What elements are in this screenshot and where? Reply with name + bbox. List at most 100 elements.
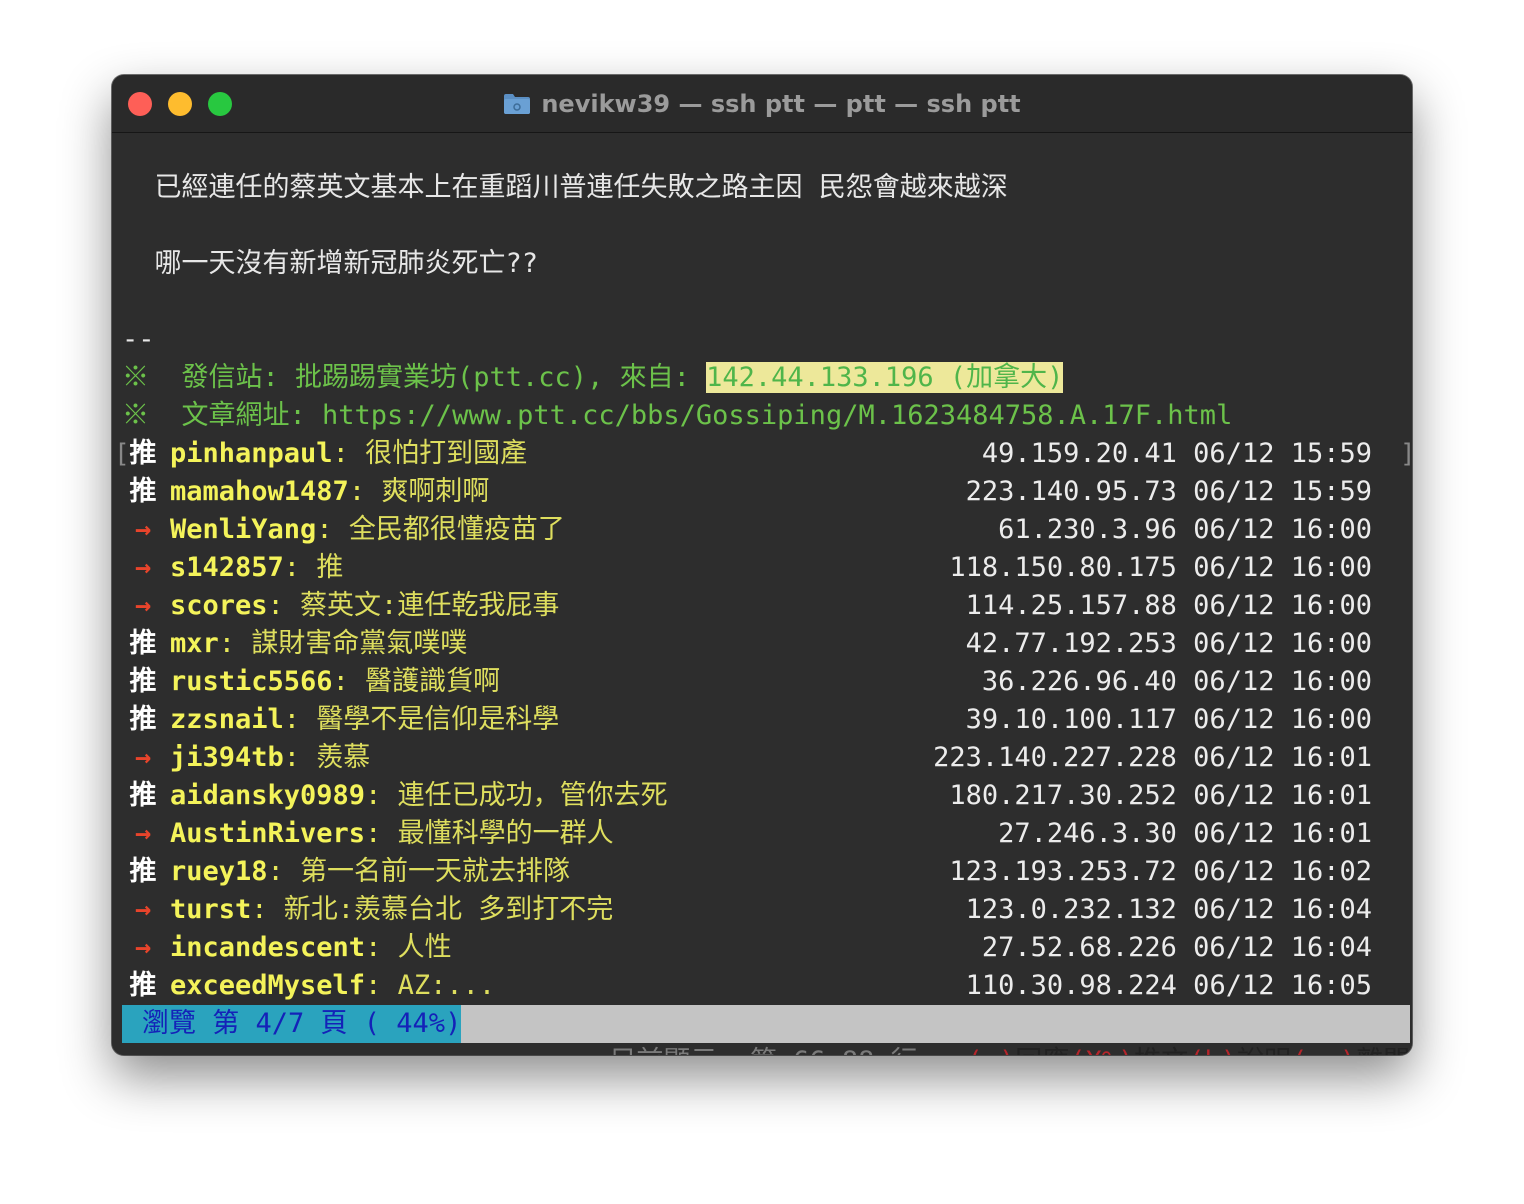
comment-ip-time: 27.52.68.226 06/12 16:04 [981,932,1372,963]
window-title-area: nevikw39 — ssh ptt — ptt — ssh ptt [112,75,1412,132]
arrow-mark: → [134,514,152,545]
comment-row: 推 ruey18: 第一名前一天就去排隊 123.193.253.72 06/12 … [122,853,1412,891]
comment-text: 很怕打到國產 [365,438,528,469]
comment-row: 推 aidansky0989: 連任已成功，管你去死 180.217.30.252 … [122,777,1412,815]
comment-author: ruey18: 第一名前一天就去排隊 [170,856,571,887]
comment-row: 推 mxr: 謀財害命黨氣噗噗 42.77.192.253 06/12 16:00 [122,625,1412,663]
comment-author: AustinRivers: 最懂科學的一群人 [170,818,614,849]
folder-icon [504,93,531,114]
push-mark: 推 [129,666,157,697]
comment-row: → s142857: 推 118.150.80.175 06/12 16:00 [122,549,1412,587]
comment-ip-time: 118.150.80.175 06/12 16:00 [949,552,1372,583]
article-url: ※ 文章網址: https://www.ptt.cc/bbs/Gossiping… [122,400,1233,431]
status-key: (h) [1188,1046,1237,1055]
comment-row: → incandescent: 人性 27.52.68.226 06/12 16:0… [122,929,1412,967]
comment-text: 醫學不是信仰是科學 [316,704,560,735]
push-mark: 推 [129,628,157,659]
arrow-mark: → [134,818,152,849]
comment-row: 推 exceedMyself: AZ:... 110.30.98.224 06/12… [122,967,1412,1005]
comment-text: AZ:... [397,970,496,1001]
comment-ip-time: 223.140.95.73 06/12 15:59 [965,476,1372,507]
comment-ip-time: 123.0.232.132 06/12 16:04 [965,894,1372,925]
comment-author: rustic5566: 醫護識貨啊 [170,666,501,697]
arrow-mark: → [134,590,152,621]
comment-ip-time: 110.30.98.224 06/12 16:05 [965,970,1372,1001]
comment-ip-time: 61.230.3.96 06/12 16:00 [998,514,1372,545]
comment-row: → AustinRivers: 最懂科學的一群人 27.246.3.30 06/12… [122,815,1412,853]
comment-text: 最懂科學的一群人 [397,818,614,849]
comment-text: 人性 [397,932,452,963]
comment-ip-time: 223.140.227.228 06/12 16:01 [933,742,1372,773]
comment-row: → turst: 新北:羨慕台北 多到打不完 123.0.232.132 06/12… [122,891,1412,929]
comment-row: → WenliYang: 全民都很懂疫苗了 61.230.3.96 06/12 16… [122,511,1412,549]
comment-text: 全民都很懂疫苗了 [348,514,565,545]
status-keys: 目前顯示: 第 66~88 行 (y)回應(X%)推文(h)說明(← )離開 [461,1005,1411,1055]
comment-text: 謀財害命黨氣噗噗 [251,628,468,659]
window-title: nevikw39 — ssh ptt — ptt — ssh ptt [541,89,1021,118]
comment-row: 推 pinhanpaul: 很怕打到國產 49.159.20.41 06/12 15… [122,435,1412,473]
status-key: (← ) [1291,1046,1356,1055]
comment-ip-time: 42.77.192.253 06/12 16:00 [965,628,1372,659]
article-body-line: 哪一天沒有新增新冠肺炎死亡?? [122,248,539,279]
source-prefix: ※ 發信站: 批踢踢實業坊(ptt.cc), 來自: [122,362,707,393]
comment-row: → ji394tb: 羨慕 223.140.227.228 06/12 16:01 [122,739,1412,777]
cursor-bracket-right: ] [1400,435,1412,473]
comment-text: 醫護識貨啊 [365,666,501,697]
push-mark: 推 [129,780,157,811]
status-key-label: 推文 [1134,1046,1188,1055]
comment-row: 推 zzsnail: 醫學不是信仰是科學 39.10.100.117 06/12 1… [122,701,1412,739]
comment-author: exceedMyself: AZ:... [170,970,496,1001]
comment-text: 新北:羨慕台北 多到打不完 [283,894,614,925]
push-mark: 推 [129,856,157,887]
comment-text: 爽啊刺啊 [381,476,490,507]
cursor-bracket-left: [ [114,439,130,469]
terminal-window: nevikw39 — ssh ptt — ptt — ssh ptt 已經連任的… [112,75,1412,1055]
comment-text: 第一名前一天就去排隊 [300,856,571,887]
comment-text: 蔡英文:連任乾我屁事 [300,590,560,621]
comment-ip-time: 123.193.253.72 06/12 16:02 [949,856,1372,887]
status-key-label: 說明 [1237,1046,1291,1055]
comment-author: mamahow1487: 爽啊刺啊 [170,476,490,507]
comment-author: aidansky0989: 連任已成功，管你去死 [170,780,668,811]
comment-ip-time: 180.217.30.252 06/12 16:01 [949,780,1372,811]
comment-row: 推 rustic5566: 醫護識貨啊 36.226.96.40 06/12 16:… [122,663,1412,701]
status-key-label: 回應 [1015,1046,1069,1055]
source-line: ※ 發信站: 批踢踢實業坊(ptt.cc), 來自: 142.44.133.19… [122,359,1064,397]
comment-author: ji394tb: 羨慕 [170,742,371,773]
status-bar: 瀏覽 第 4/7 頁 ( 44%) 目前顯示: 第 66~88 行 (y)回應(… [122,1005,1411,1055]
comment-author: scores: 蔡英文:連任乾我屁事 [170,590,560,621]
status-key: (X%) [1069,1046,1134,1055]
comment-author: mxr: 謀財害命黨氣噗噗 [170,628,468,659]
push-mark: 推 [129,476,157,507]
status-showing: 目前顯示: 第 66~88 行 [609,1046,917,1055]
comment-ip-time: 36.226.96.40 06/12 16:00 [981,666,1372,697]
terminal-content[interactable]: 已經連任的蔡英文基本上在重蹈川普連任失敗之路主因 民怨會越來越深 哪一天沒有新增… [112,133,1412,1055]
arrow-mark: → [134,742,152,773]
title-bar: nevikw39 — ssh ptt — ptt — ssh ptt [112,75,1412,133]
arrow-mark: → [134,552,152,583]
comment-row: 推 mamahow1487: 爽啊刺啊 223.140.95.73 06/12 15… [122,473,1412,511]
comment-author: s142857: 推 [170,552,344,583]
comment-text: 推 [316,552,344,583]
push-mark: 推 [129,704,157,735]
comment-text: 羨慕 [316,742,371,773]
comment-author: zzsnail: 醫學不是信仰是科學 [170,704,560,735]
comment-author: WenliYang: 全民都很懂疫苗了 [170,514,565,545]
comment-text: 連任已成功，管你去死 [397,780,668,811]
source-ip: 142.44.133.196 (加拿大) [706,362,1064,393]
comment-ip-time: 114.25.157.88 06/12 16:00 [965,590,1372,621]
push-mark: 推 [129,970,157,1001]
status-browse: 瀏覽 第 4/7 頁 ( 44%) [122,1005,462,1043]
comment-ip-time: 49.159.20.41 06/12 15:59 [981,438,1372,469]
status-key: (y) [966,1046,1015,1055]
signature-separator: -- [122,324,155,355]
arrow-mark: → [134,932,152,963]
comment-ip-time: 27.246.3.30 06/12 16:01 [998,818,1372,849]
comment-ip-time: 39.10.100.117 06/12 16:00 [965,704,1372,735]
comment-row: → scores: 蔡英文:連任乾我屁事 114.25.157.88 06/12 1… [122,587,1412,625]
comment-author: incandescent: 人性 [170,932,452,963]
arrow-mark: → [134,894,152,925]
status-key-label: 離開 [1356,1046,1410,1055]
comment-author: turst: 新北:羨慕台北 多到打不完 [170,894,614,925]
comment-author: pinhanpaul: 很怕打到國產 [170,438,528,469]
